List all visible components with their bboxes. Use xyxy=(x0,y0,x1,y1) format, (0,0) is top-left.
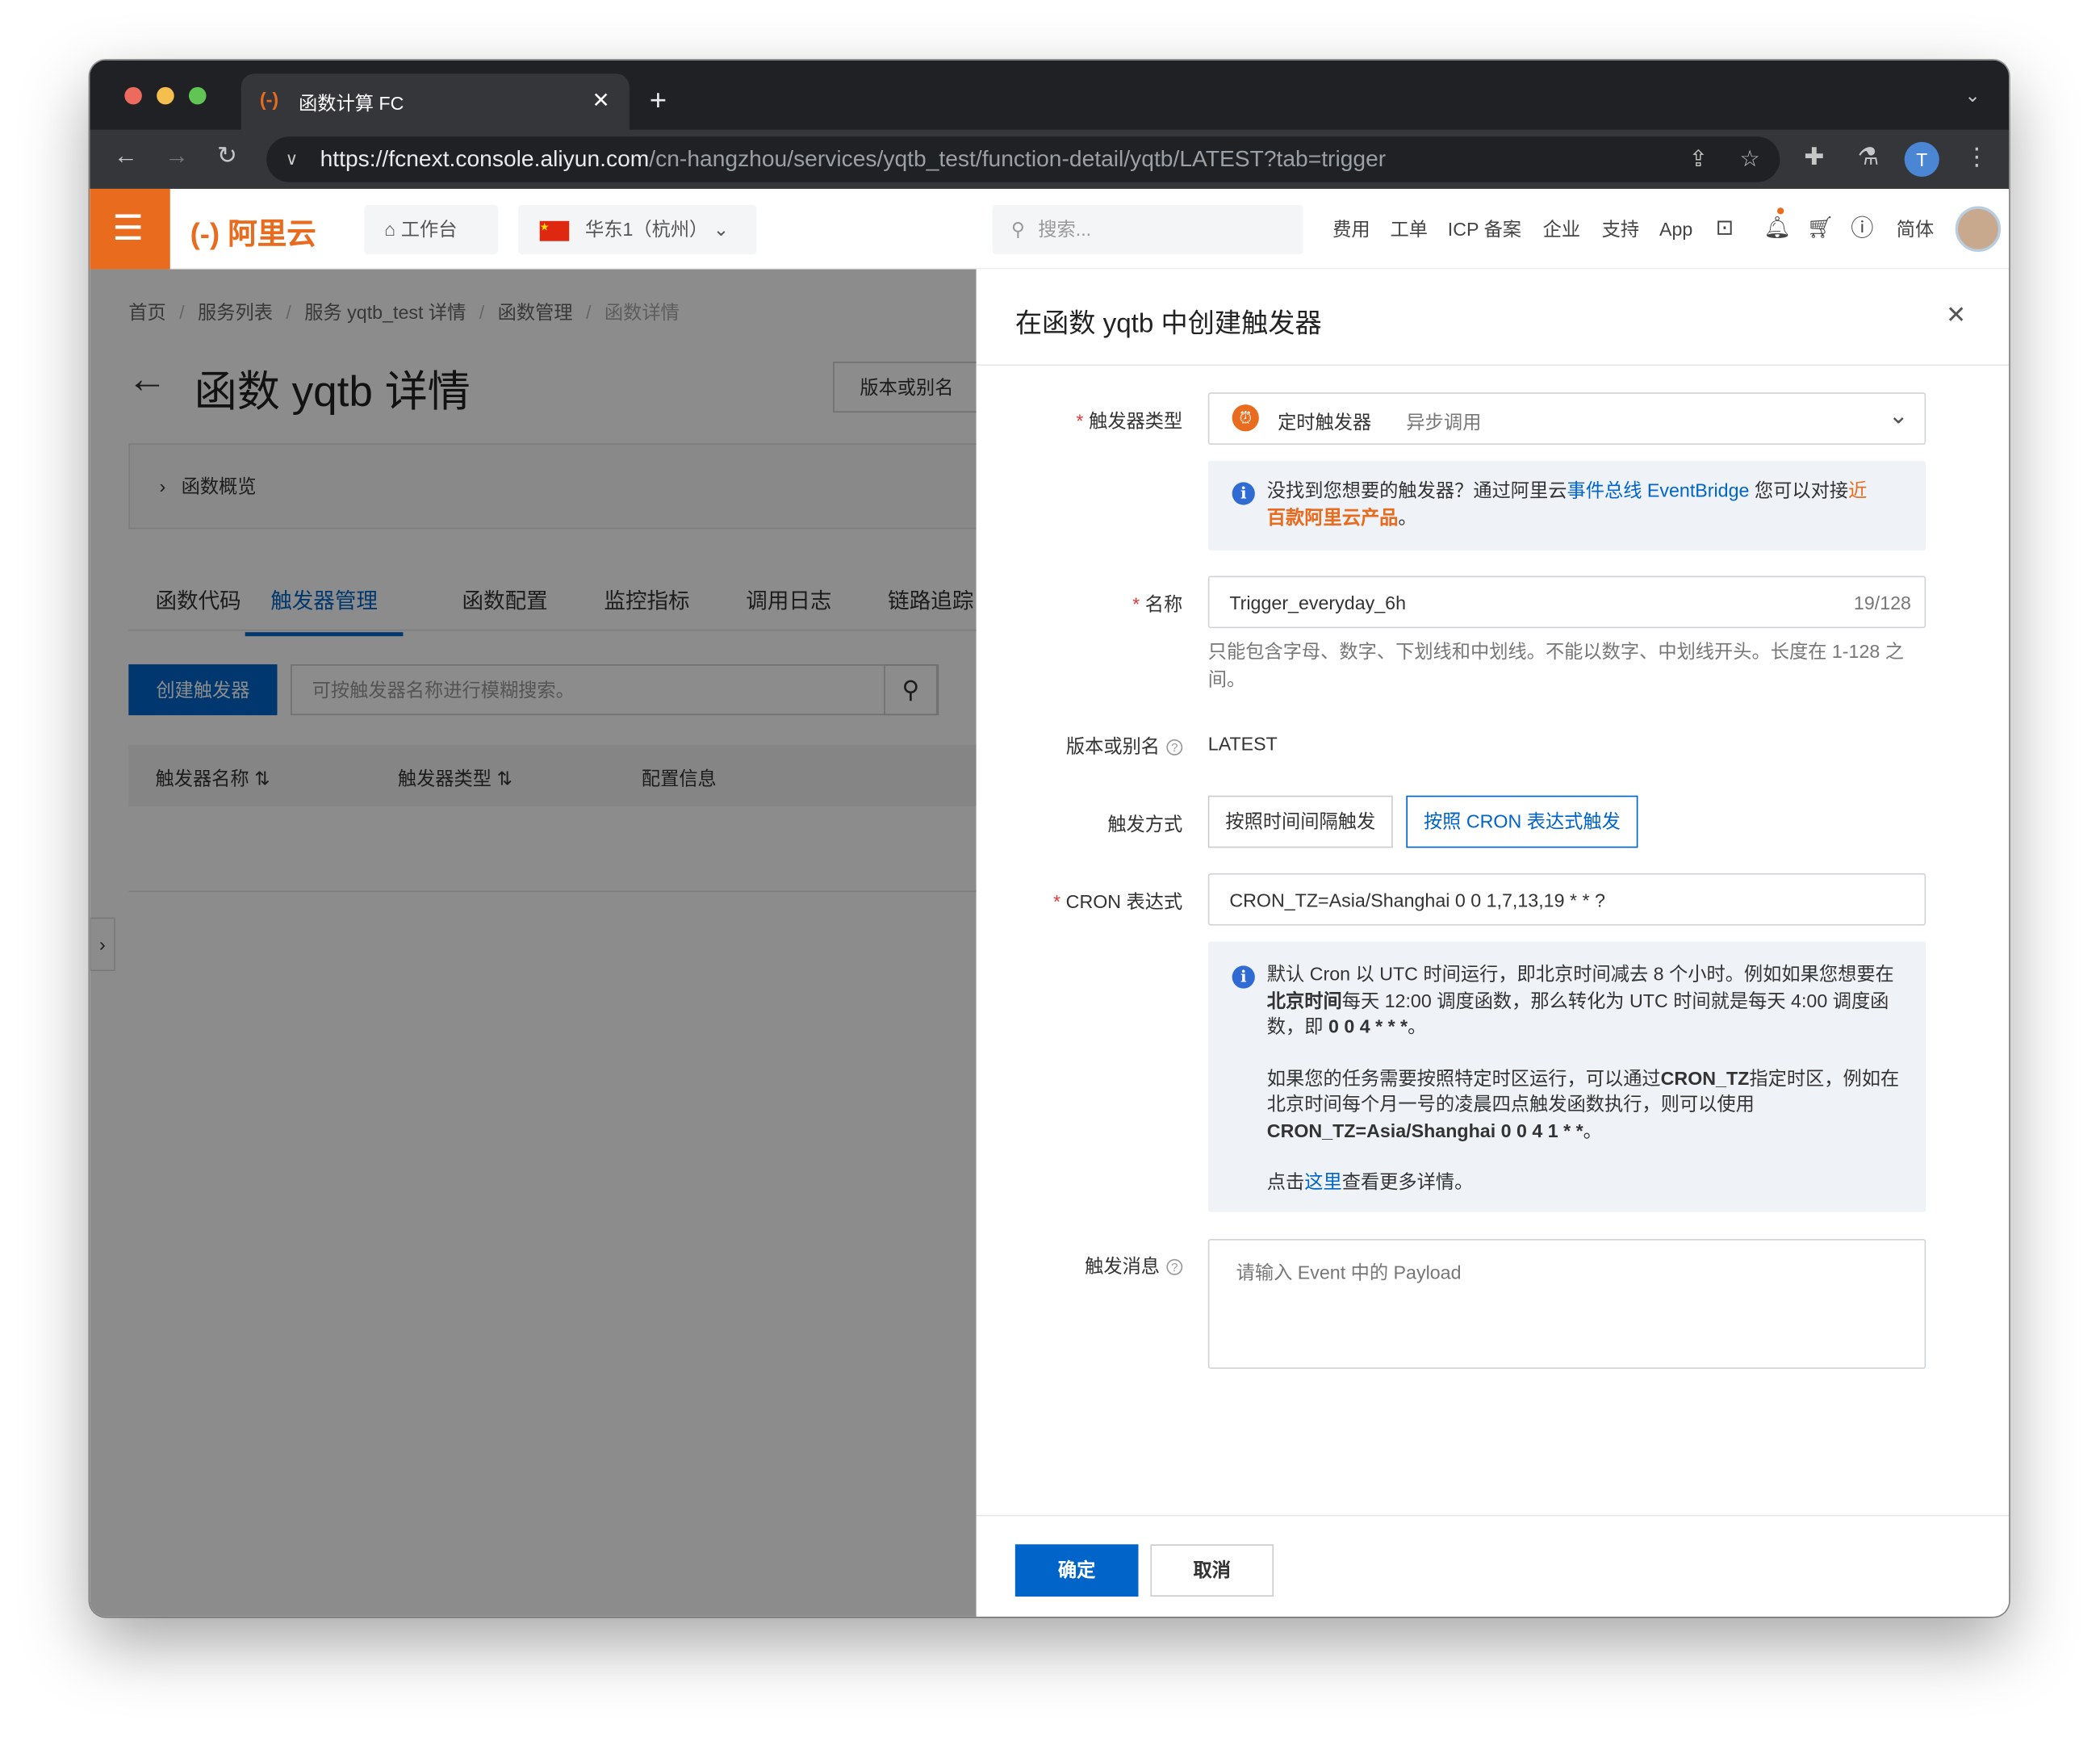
workbench-button[interactable]: ⌂ 工作台 xyxy=(364,204,499,255)
more-details-link[interactable]: 这里 xyxy=(1304,1170,1341,1192)
cron-label: * CRON 表达式 xyxy=(1052,890,1183,913)
url-host: https://fcnext.console.aliyun.com xyxy=(320,145,650,172)
china-flag-icon: ★ xyxy=(539,220,570,241)
cron-value: CRON_TZ=Asia/Shanghai 0 0 1,7,13,19 * * … xyxy=(1229,889,1605,911)
logo-text: 阿里云 xyxy=(228,216,316,251)
confirm-button[interactable]: 确定 xyxy=(1014,1544,1139,1597)
chevron-down-icon: ⌄ xyxy=(1888,401,1909,429)
version-value: LATEST xyxy=(1207,732,1278,755)
language-switch[interactable]: 简体 xyxy=(1897,189,1934,270)
labs-flask-icon[interactable]: ⚗ xyxy=(1858,144,1880,172)
nav-support[interactable]: 支持 xyxy=(1602,189,1639,270)
reload-icon[interactable]: ↻ xyxy=(217,142,237,170)
help-icon[interactable]: ? xyxy=(1166,1259,1183,1276)
minimize-window-button[interactable] xyxy=(157,86,174,105)
footer-divider xyxy=(976,1514,2010,1517)
payload-textarea[interactable]: 请输入 Event 中的 Payload xyxy=(1207,1238,1926,1369)
info-icon: i xyxy=(1232,482,1255,505)
nav-fees[interactable]: 费用 xyxy=(1332,189,1370,270)
trigger-type-label: * 触发器类型 xyxy=(1076,409,1183,432)
notification-dot xyxy=(1777,207,1784,215)
cart-icon[interactable]: 🛒︎ xyxy=(1807,189,1834,270)
workbench-label: 工作台 xyxy=(400,218,458,241)
drawer-title: 在函数 yqtb 中创建触发器 xyxy=(1014,309,1322,339)
new-tab-icon[interactable]: + xyxy=(650,83,667,118)
cron-tip: i 默认 Cron 以 UTC 时间运行，即北京时间减去 8 个小时。例如如果您… xyxy=(1207,941,1926,1212)
address-bar-row: ← → ↻ ∨ https://fcnext.console.aliyun.co… xyxy=(90,129,2010,189)
version-label: 版本或别名? xyxy=(977,733,1183,760)
site-info-chevron-icon[interactable]: ∨ xyxy=(285,136,298,182)
trigger-type-value: 定时触发器 xyxy=(1278,411,1372,433)
close-tab-icon[interactable]: ✕ xyxy=(592,87,609,114)
nav-enterprise[interactable]: 企业 xyxy=(1543,189,1580,270)
user-avatar[interactable] xyxy=(1955,206,2002,252)
tab-title: 函数计算 FC xyxy=(299,92,404,115)
close-icon[interactable]: ✕ xyxy=(1946,301,1966,329)
maximize-window-button[interactable] xyxy=(188,86,207,105)
eventbridge-link[interactable]: 事件总线 EventBridge xyxy=(1567,479,1749,501)
tab-bar: (-) 函数计算 FC ✕ + ⌄ xyxy=(90,60,2010,130)
nav-icp[interactable]: ICP 备案 xyxy=(1448,189,1521,270)
help-icon[interactable]: ? xyxy=(1166,739,1183,756)
back-icon[interactable]: ← xyxy=(114,142,138,170)
tab-list-chevron-icon[interactable]: ⌄ xyxy=(1964,85,1980,107)
eventbridge-tip: i 没找到您想要的触发器？通过阿里云事件总线 EventBridge 您可以对接… xyxy=(1207,460,1926,551)
search-input[interactable]: ⚲ 搜索... xyxy=(992,204,1303,255)
url-path: /cn-hangzhou/services/yqtb_test/function… xyxy=(649,145,1387,172)
interval-mode-button[interactable]: 按照时间间隔触发 xyxy=(1207,795,1393,848)
region-label: 华东1（杭州） xyxy=(584,218,709,241)
home-icon: ⌂ xyxy=(384,218,396,241)
terminal-icon[interactable]: ⊡ xyxy=(1716,189,1734,270)
name-help-text: 只能包含字母、数字、下划线和中划线。不能以数字、中划线开头。长度在 1-128 … xyxy=(1207,640,1904,690)
share-icon[interactable]: ⇪ xyxy=(1689,136,1709,182)
create-trigger-drawer: 在函数 yqtb 中创建触发器 ✕ * 触发器类型 ⏰︎ 定时触发器 异步调用 ⌄… xyxy=(976,269,2010,1617)
products-link[interactable]: 近 xyxy=(1848,479,1867,501)
region-selector[interactable]: ★ 华东1（杭州） ⌄ xyxy=(518,204,757,255)
help-icon[interactable]: ⓘ xyxy=(1851,189,1873,270)
bookmark-star-icon[interactable]: ☆ xyxy=(1740,136,1760,182)
name-char-count: 19/128 xyxy=(1853,592,1911,614)
alarm-clock-icon: ⏰︎ xyxy=(1232,404,1259,432)
search-placeholder: 搜索... xyxy=(1038,218,1092,241)
nav-tickets[interactable]: 工单 xyxy=(1390,189,1427,270)
logo-mark-icon: (-) xyxy=(190,216,220,251)
name-value: Trigger_everyday_6h xyxy=(1229,592,1407,614)
trigger-type-subtitle: 异步调用 xyxy=(1406,411,1482,433)
cron-input[interactable]: CRON_TZ=Asia/Shanghai 0 0 1,7,13,19 * * … xyxy=(1207,873,1926,926)
cancel-button[interactable]: 取消 xyxy=(1150,1544,1274,1597)
chevron-down-icon: ⌄ xyxy=(713,218,730,241)
info-icon: i xyxy=(1232,965,1255,989)
nav-app[interactable]: App xyxy=(1659,189,1692,270)
hamburger-icon: ☰ xyxy=(112,207,144,248)
name-input[interactable]: Trigger_everyday_6h 19/128 xyxy=(1207,576,1926,629)
url-input[interactable]: ∨ https://fcnext.console.aliyun.com/cn-h… xyxy=(266,136,1780,182)
forward-icon[interactable]: → xyxy=(165,142,189,170)
browser-tab[interactable]: (-) 函数计算 FC ✕ xyxy=(241,73,630,130)
bell-icon[interactable]: 🔔︎ xyxy=(1763,189,1791,270)
extensions-icon[interactable]: ✚ xyxy=(1804,144,1824,172)
aliyun-favicon-icon: (-) xyxy=(259,88,279,111)
profile-avatar[interactable]: T xyxy=(1904,141,1939,178)
menu-button[interactable]: ☰ xyxy=(90,188,170,270)
products-link-cont[interactable]: 百款阿里云产品 xyxy=(1267,505,1399,527)
name-label: * 名称 xyxy=(1132,593,1183,615)
more-menu-icon[interactable]: ⋮ xyxy=(1964,144,1989,172)
divider xyxy=(976,364,2010,366)
modal-overlay[interactable] xyxy=(90,269,977,1617)
aliyun-logo[interactable]: (-) 阿里云 xyxy=(190,211,316,253)
search-icon: ⚲ xyxy=(1010,218,1025,241)
close-window-button[interactable] xyxy=(124,86,142,105)
console-header: ☰ (-) 阿里云 ⌂ 工作台 ★ 华东1（杭州） ⌄ ⚲ 搜索... 费用 工… xyxy=(90,188,2010,270)
trigger-type-select[interactable]: ⏰︎ 定时触发器 异步调用 ⌄ xyxy=(1207,392,1926,445)
trigger-mode-label: 触发方式 xyxy=(1107,813,1183,835)
payload-label: 触发消息? xyxy=(977,1253,1183,1279)
cron-mode-button[interactable]: 按照 CRON 表达式触发 xyxy=(1406,795,1638,848)
browser-window: (-) 函数计算 FC ✕ + ⌄ ← → ↻ ∨ https://fcnext… xyxy=(90,60,2010,1617)
